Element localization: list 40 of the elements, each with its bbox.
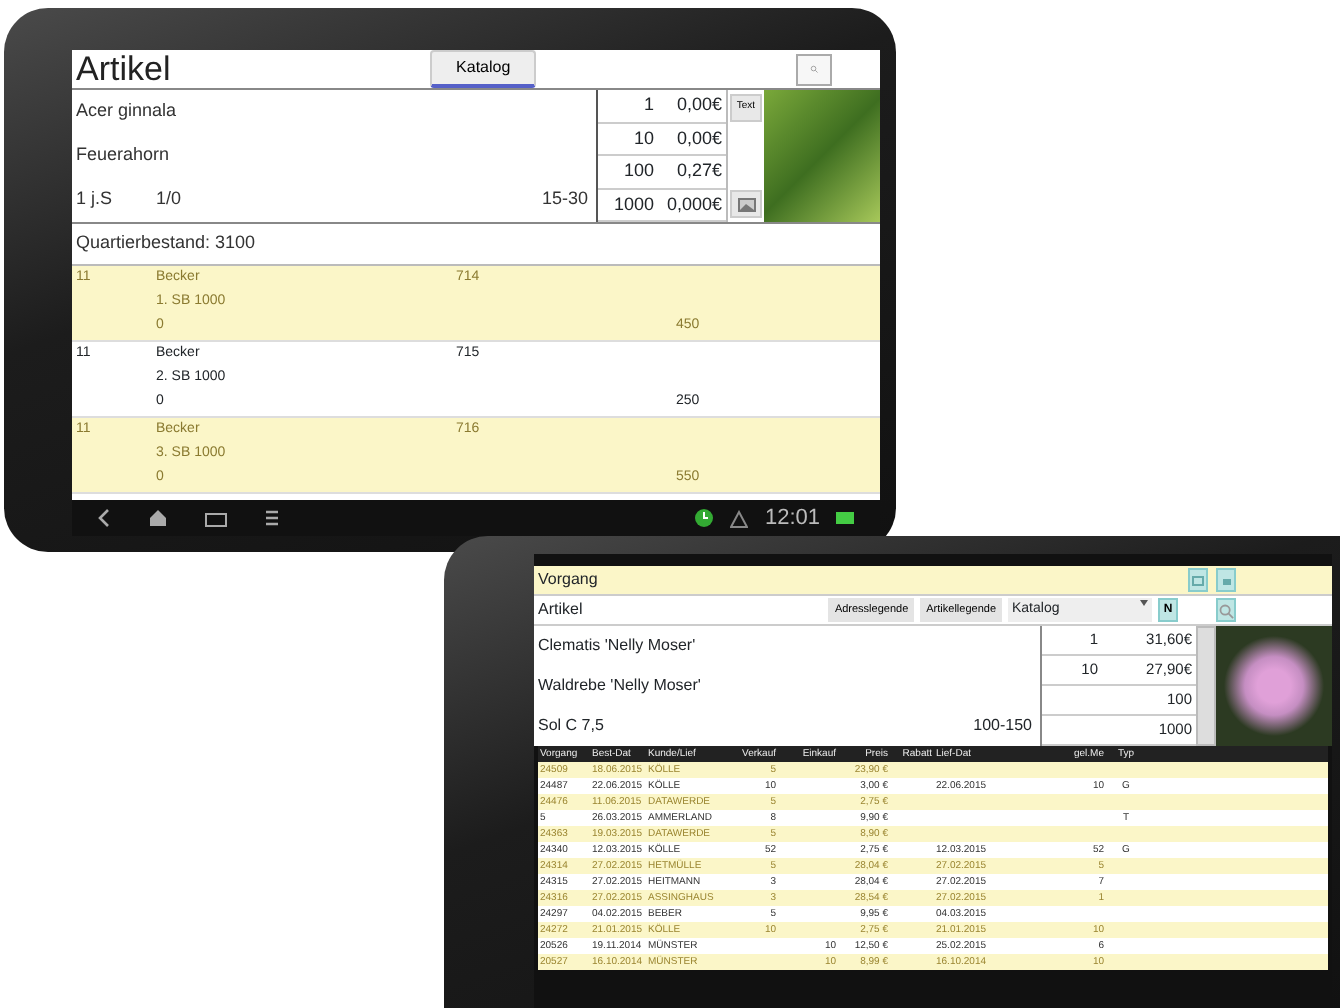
image-icon xyxy=(737,196,755,212)
price-text: 0,000€ xyxy=(664,191,724,217)
photo-placeholder xyxy=(1216,626,1332,746)
recent-apps-icon[interactable] xyxy=(204,509,228,527)
variety-text: Sol C 7,5 xyxy=(538,714,606,738)
age-text: 1 j.S xyxy=(76,186,115,213)
scrollbar[interactable] xyxy=(1196,626,1216,746)
article-name: Acer ginnala xyxy=(76,98,179,125)
article-name: Clematis 'Nelly Moser' xyxy=(538,634,698,658)
lock-button[interactable] xyxy=(1216,568,1236,592)
search-icon xyxy=(810,60,818,78)
home-icon[interactable] xyxy=(148,508,168,528)
quantity-text: 10 xyxy=(631,125,654,151)
price-text: 0,00€ xyxy=(674,125,724,151)
battery-icon xyxy=(836,512,856,524)
toolbar-label: Artikel xyxy=(538,598,585,622)
size-text: 100-150 xyxy=(973,714,1034,738)
search-icon xyxy=(1218,601,1234,619)
search-button[interactable] xyxy=(1216,598,1236,622)
mail-button[interactable] xyxy=(1188,568,1208,592)
quantity-text: 100 xyxy=(621,158,654,184)
catalog-tab[interactable]: Katalog xyxy=(430,50,537,88)
menu-icon[interactable] xyxy=(264,508,280,528)
page-title: Artikel xyxy=(74,51,171,87)
image-button[interactable] xyxy=(730,190,762,218)
status-time: 12:01 xyxy=(764,503,820,534)
size-text: 15-30 xyxy=(541,186,590,213)
back-icon[interactable] xyxy=(96,508,112,528)
common-name: Waldrebe 'Nelly Moser' xyxy=(538,674,703,698)
ratio-text: 1/0 xyxy=(156,186,184,213)
photo-placeholder xyxy=(764,90,880,222)
search-button[interactable] xyxy=(796,53,832,85)
warning-icon xyxy=(730,509,749,527)
clock-icon xyxy=(694,508,715,528)
quantity-text: 1000 xyxy=(611,191,654,217)
price-text: 0,27€ xyxy=(674,158,724,184)
common-name: Feuerahorn xyxy=(76,142,172,169)
section-title: Vorgang xyxy=(538,568,600,592)
price-text: 0,00€ xyxy=(674,92,724,118)
quantity-text: 1 xyxy=(641,92,654,118)
